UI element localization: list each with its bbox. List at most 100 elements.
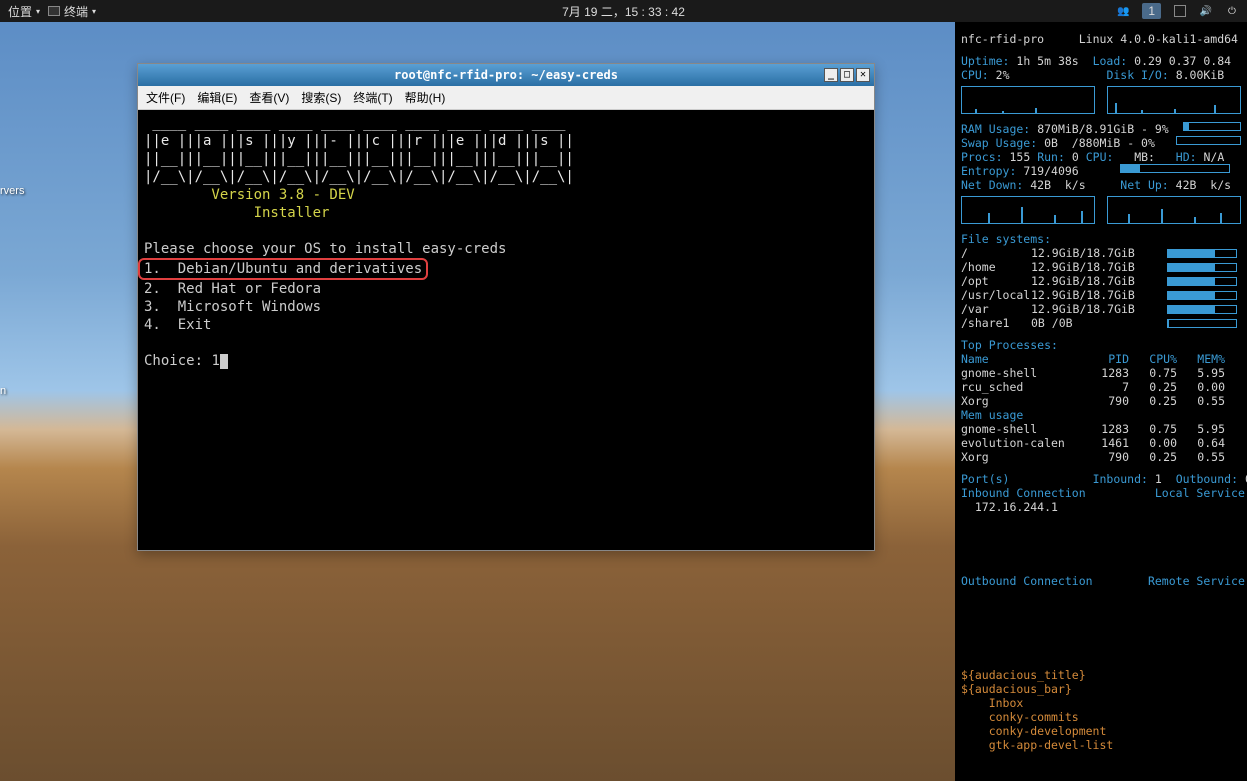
version-label: Version 3.8 - DEV [144,187,355,203]
fs-size: 0B /0B [1031,316,1167,330]
topproc-header: Top Processes: [961,338,1058,352]
mem-proc-list: gnome-shell12830.755.95 evolution-calen1… [961,422,1241,464]
inbound-conn-label: Inbound Connection [961,486,1086,500]
fs-bar [1167,319,1237,328]
fs-size: 12.9GiB/18.7GiB [1031,274,1167,288]
menu-edit[interactable]: 编辑(E) [197,89,237,106]
diskio-label: Disk I/O: [1106,68,1168,82]
conky-panel: nfc-rfid-pro Linux 4.0.0-kali1-amd64 Upt… [955,22,1247,781]
audacious-bar: ${audacious_bar} [961,682,1072,696]
window-titlebar[interactable]: root@nfc-rfid-pro: ~/easy-creds _ □ ✕ [138,64,874,86]
inbound-ip [961,500,975,514]
netdown-label: Net Down: [961,178,1023,192]
menu-terminal[interactable]: 终端(T) [353,89,392,106]
fs-bar [1167,249,1237,258]
menu-search[interactable]: 搜索(S) [301,89,341,106]
ascii-line: ____ ____ ____ ____ ____ ____ ____ ____ … [144,115,565,131]
proc-row: Xorg7900.250.55 [961,450,1241,464]
filesystem-row: /usr/local12.9GiB/18.7GiB [961,288,1241,302]
list-item: conky-development [961,724,1241,738]
workspace-indicator[interactable]: 1 [1142,3,1161,19]
swap-value: 0B /880MiB - 0% [1044,136,1155,150]
load-value: 0.29 0.37 0.84 [1134,54,1231,68]
cpu-graph [961,86,1095,114]
system-tray: 1 [1116,3,1239,19]
option-3: 3. Microsoft Windows [144,299,321,315]
netup-value: 42B k/s [1176,178,1231,192]
top-panel-left: 位置 终端 [8,3,96,20]
uptime-label: Uptime: [961,54,1009,68]
menu-file[interactable]: 文件(F) [146,89,185,106]
filesystems-header: File systems: [961,232,1051,246]
places-menu[interactable]: 位置 [8,3,40,20]
proc-row: Xorg7900.250.55 [961,394,1241,408]
netdown-graph [961,196,1095,224]
terminal-window: root@nfc-rfid-pro: ~/easy-creds _ □ ✕ 文件… [137,63,875,551]
installer-label: Installer [144,205,329,221]
hostname: nfc-rfid-pro [961,32,1044,46]
terminal-menu[interactable]: 终端 [48,3,96,20]
window-title: root@nfc-rfid-pro: ~/easy-creds [394,68,618,82]
maximize-icon[interactable] [1173,4,1187,18]
option-2: 2. Red Hat or Fedora [144,281,321,297]
ram-label: RAM Usage: [961,122,1030,136]
option-4: 4. Exit [144,317,211,333]
entropy-label: Entropy: [961,164,1016,178]
choice-value: 1 [211,353,219,369]
proc-header-row: Name PID CPU% MEM% [961,352,1241,366]
load-label: Load: [1093,54,1128,68]
desktop-icon[interactable]: n [0,385,6,397]
ascii-line: ||__|||__|||__|||__|||__|||__|||__|||__|… [144,151,574,167]
desktop-icon[interactable]: rvers [0,185,24,197]
cpu-value: 2% [996,68,1010,82]
maximize-button[interactable]: □ [840,68,854,82]
datetime-label[interactable]: 7月 19 二，15 : 33 : 42 [562,3,685,20]
proc-row: evolution-calen14610.000.64 [961,436,1241,450]
proc-row: gnome-shell12830.755.95 [961,422,1241,436]
terminal-menubar: 文件(F) 编辑(E) 查看(V) 搜索(S) 终端(T) 帮助(H) [138,86,874,110]
ascii-line: |/__\|/__\|/__\|/__\|/__\|/__\|/__\|/__\… [144,169,574,185]
fs-mount: /home [961,260,1031,274]
power-icon[interactable] [1225,4,1239,18]
terminal-content[interactable]: ____ ____ ____ ____ ____ ____ ____ ____ … [138,110,874,550]
fs-bar [1167,277,1237,286]
users-icon[interactable] [1116,4,1130,18]
ascii-line: ||e |||a |||s |||y |||- |||c |||r |||e |… [144,133,574,149]
diskio-graph [1107,86,1241,114]
fs-bar [1167,263,1237,272]
netdown-value: 42B k/s [1030,178,1085,192]
fs-mount: / [961,246,1031,260]
close-button[interactable]: ✕ [856,68,870,82]
volume-icon[interactable] [1199,4,1213,18]
fs-mount: /share1 [961,316,1031,330]
uptime-value: 1h 5m 38s [1016,54,1078,68]
cpu-proc-list: gnome-shell12830.755.95 rcu_sched70.250.… [961,366,1241,408]
list-item: conky-commits [961,710,1241,724]
fs-mount: /var [961,302,1031,316]
ram-bar [1183,122,1241,131]
menu-view[interactable]: 查看(V) [249,89,289,106]
swap-label: Swap Usage: [961,136,1037,150]
filesystem-row: /home12.9GiB/18.7GiB [961,260,1241,274]
run-value: 0 [1072,150,1079,164]
minimize-button[interactable]: _ [824,68,838,82]
mail-list: Inbox conky-commits conky-development gt… [961,696,1241,752]
fs-mount: /opt [961,274,1031,288]
window-controls: _ □ ✕ [824,68,870,82]
filesystem-row: /12.9GiB/18.7GiB [961,246,1241,260]
fs-bar [1167,291,1237,300]
menu-help[interactable]: 帮助(H) [405,89,446,106]
ram-value: 870MiB/8.91GiB - 9% [1037,122,1169,136]
procs-label: Procs: [961,150,1003,164]
fs-mount: /usr/local [961,288,1031,302]
prompt-choose: Please choose your OS to install easy-cr… [144,241,506,257]
option-1-highlighted: 1. Debian/Ubuntu and derivatives [138,258,428,280]
cursor-icon [220,354,228,369]
fs-size: 12.9GiB/18.7GiB [1031,302,1167,316]
filesystem-row: /opt12.9GiB/18.7GiB [961,274,1241,288]
cpu-label: CPU: [961,68,989,82]
netup-graph [1107,196,1241,224]
entropy-bar [1120,164,1230,173]
netup-label: Net Up: [1120,178,1168,192]
audacious-title: ${audacious_title} [961,668,1086,682]
